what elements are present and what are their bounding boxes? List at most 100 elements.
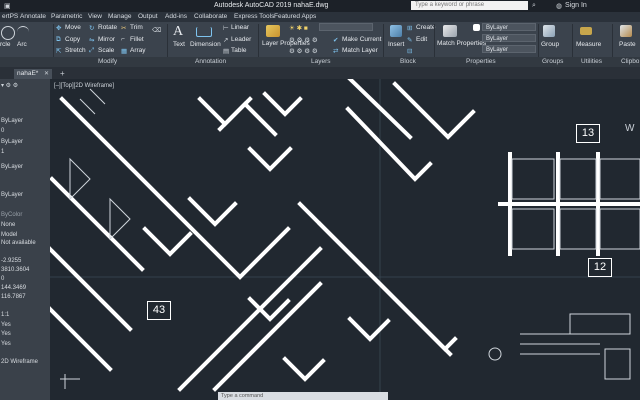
panel-modify[interactable]: Modify [98,58,117,65]
layer-dropdown[interactable] [319,23,373,31]
menu-express-tools[interactable]: Express Tools [234,13,274,20]
prop-center-z[interactable]: 0 [1,276,4,282]
insert-icon[interactable] [390,25,402,37]
prop-plot-style[interactable]: ByLayer [1,192,23,198]
mirror-button[interactable]: Mirror [98,36,115,43]
prop-ucs-icon-origin[interactable]: Yes [1,331,11,337]
group-button[interactable]: Group [541,41,559,48]
prop-ucs-per-viewport[interactable]: Yes [1,341,11,347]
user-icon[interactable]: ◍ [556,2,562,10]
prop-height[interactable]: 144.3469 [1,285,26,291]
mirror-icon[interactable]: ⇋ [89,36,94,44]
make-current-icon[interactable]: ✔ [333,36,338,44]
linear-button[interactable]: Linear [231,24,249,31]
array-button[interactable]: Array [130,47,146,54]
match-properties-button[interactable]: Match Properties [437,40,486,47]
circle-icon[interactable] [1,26,15,40]
move-button[interactable]: Move [65,24,81,31]
prop-plot-table[interactable]: None [1,222,15,228]
fillet-icon[interactable]: ⌐ [121,36,125,43]
text-icon[interactable]: A [173,24,183,40]
lineweight-dropdown[interactable]: ByLayer [482,45,536,53]
color-swatch[interactable] [473,24,480,31]
menu-manage[interactable]: Manage [108,13,132,20]
dimension-button[interactable]: Dimension [190,41,221,48]
sign-in-link[interactable]: Sign In [565,2,587,9]
leader-button[interactable]: Leader [231,36,251,43]
dimension-icon[interactable] [196,27,212,37]
fillet-button[interactable]: Fillet [130,36,144,43]
edit-button[interactable]: Edit [416,36,427,43]
menu-addins[interactable]: Add-ins [165,13,187,20]
create-icon[interactable]: ⊞ [407,24,412,32]
prop-center-y[interactable]: 3810.3604 [1,267,29,273]
leader-icon[interactable]: ↗ [223,36,228,44]
trim-button[interactable]: Trim [130,24,143,31]
prop-plot-availability[interactable]: Not available [1,240,36,246]
viewport-label[interactable]: [–][Top][2D Wireframe] [54,83,114,89]
menu-view[interactable]: View [88,13,102,20]
stretch-button[interactable]: Stretch [65,47,86,54]
menu-featured-apps[interactable]: Featured Apps [274,13,316,20]
prop-width[interactable]: 116.7867 [1,294,26,300]
create-button[interactable]: Create [416,24,436,31]
menu-annotate[interactable]: Annotate [20,13,46,20]
layer-state-icons[interactable]: ☀ ✱ ■ [289,24,308,32]
menu-output[interactable]: Output [138,13,158,20]
rotate-icon[interactable]: ↻ [89,24,94,32]
prop-layer[interactable]: 0 [1,128,4,134]
app-menu-icon[interactable]: ▣ [4,2,11,10]
measure-icon[interactable] [580,27,592,35]
match-layer-icon[interactable]: ⇄ [333,47,338,55]
rotate-button[interactable]: Rotate [98,24,117,31]
panel-groups[interactable]: Groups [542,58,563,65]
arc-button[interactable]: Arc [17,41,27,48]
prop-linetype-scale[interactable]: 1 [1,149,4,155]
scale-button[interactable]: Scale [98,47,114,54]
new-tab-icon[interactable]: + [60,69,65,78]
prop-lineweight[interactable]: ByLayer [1,164,23,170]
prop-annotation-scale[interactable]: 1:1 [1,312,9,318]
insert-button[interactable]: Insert [388,41,404,48]
attribute-icon[interactable]: ⊟ [407,47,412,55]
scale-icon[interactable]: ⤢ [89,47,94,55]
array-icon[interactable]: ▦ [121,47,127,55]
color-dropdown[interactable]: ByLayer [482,23,536,31]
measure-button[interactable]: Measure [576,41,601,48]
stretch-icon[interactable]: ⇱ [56,47,61,55]
menu-parametric[interactable]: Parametric [51,13,82,20]
panel-utilities[interactable]: Utilities [581,58,602,65]
linetype-dropdown[interactable]: ByLayer [482,34,536,42]
match-properties-icon[interactable] [443,25,457,37]
paste-icon[interactable] [620,25,632,37]
panel-layers[interactable]: Layers [311,58,331,65]
circle-button[interactable]: rcle [0,41,10,48]
palette-dropdown-icon[interactable]: ▾ ⚙ ⚙ [1,82,18,89]
move-icon[interactable]: ✥ [56,24,61,32]
layer-tools-icons[interactable]: ⚙ ⚙ ⚙ ⚙ [289,36,318,44]
command-line-input[interactable]: Type a command [218,392,388,400]
viewcube-compass[interactable]: W [625,123,634,134]
group-icon[interactable] [543,25,555,37]
prop-color[interactable]: ByLayer [1,118,23,124]
make-current-button[interactable]: Make Current [342,36,381,43]
prop-plot-attached[interactable]: Model [1,232,17,238]
paste-button[interactable]: Paste [619,41,636,48]
arc-icon[interactable] [17,26,29,35]
drawing-canvas[interactable] [50,79,640,400]
table-icon[interactable]: ▤ [223,47,229,55]
panel-block[interactable]: Block [400,58,416,65]
text-button[interactable]: Text [173,41,185,48]
prop-ucs-icon-on[interactable]: Yes [1,322,11,328]
menu-collaborate[interactable]: Collaborate [194,13,227,20]
linear-icon[interactable]: ⊢ [223,24,229,32]
prop-visual-style[interactable]: 2D Wireframe [1,359,38,365]
layer-properties-icon[interactable] [266,25,280,37]
prop-linetype[interactable]: ByLayer [1,139,23,145]
copy-button[interactable]: Copy [65,36,80,43]
trim-icon[interactable]: ✂ [121,24,126,32]
table-button[interactable]: Table [231,47,247,54]
close-tab-icon[interactable]: ✕ [44,70,49,77]
edit-icon[interactable]: ✎ [407,36,412,44]
panel-properties[interactable]: Properties [466,58,496,65]
